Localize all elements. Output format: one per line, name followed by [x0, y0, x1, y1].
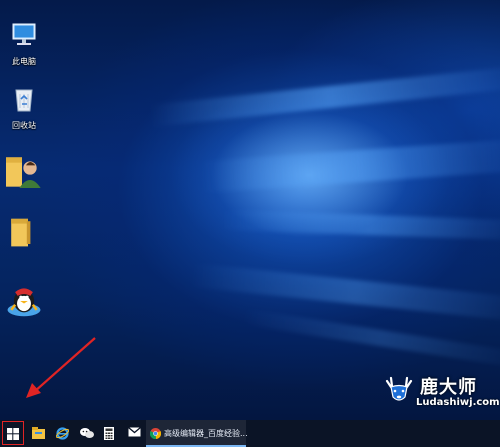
watermark-url: Ludashiwj.com [416, 397, 500, 408]
taskbar-window-title: 高级编辑器_百度经验... [164, 429, 248, 438]
desktop-icon-user-folder[interactable] [0, 152, 44, 196]
watermark-title: 鹿大师 [420, 377, 477, 398]
mail-icon [128, 427, 141, 437]
taskbar-file-explorer[interactable] [28, 420, 50, 447]
desktop-icon-recycle-bin[interactable]: 回收站 [2, 84, 46, 131]
deer-logo-icon [385, 376, 413, 401]
desktop-icon-qq[interactable] [2, 282, 46, 324]
file-explorer-icon [32, 427, 45, 439]
desktop-icon-this-pc[interactable]: 此电脑 [2, 20, 46, 67]
wallpaper-light-beam [149, 67, 500, 127]
internet-explorer-icon [56, 427, 69, 440]
calculator-icon [104, 427, 114, 440]
taskbar-mail[interactable] [124, 420, 146, 447]
desktop-icon-folder[interactable] [0, 214, 44, 254]
wallpaper-light-beam [219, 209, 500, 241]
chrome-icon [150, 428, 161, 439]
wallpaper-light-beam [189, 262, 500, 322]
watermark: 鹿大师 Ludashiwj.com [382, 373, 500, 417]
qq-penguin-icon [7, 288, 41, 317]
taskbar: 高级编辑器_百度经验... [0, 420, 500, 447]
wechat-icon [80, 428, 94, 438]
this-pc-icon [12, 23, 36, 45]
user-folder-icon [6, 157, 41, 188]
taskbar-calculator[interactable] [100, 420, 122, 447]
folder-icon [11, 218, 31, 247]
wallpaper-light-beam [199, 138, 500, 194]
recycle-bin-icon [15, 89, 33, 112]
windows-start-icon [7, 428, 19, 440]
desktop-icon-label: 此电脑 [12, 57, 36, 66]
taskbar-wechat[interactable] [76, 420, 98, 447]
start-button[interactable] [0, 420, 27, 447]
taskbar-internet-explorer[interactable] [52, 420, 74, 447]
taskbar-active-window[interactable]: 高级编辑器_百度经验... [146, 420, 248, 447]
desktop-icon-label: 回收站 [12, 121, 36, 130]
desktop: 此电脑 回收站 鹿大师 Ludashiwj.com [0, 0, 500, 420]
wallpaper-light-beam [240, 308, 500, 368]
